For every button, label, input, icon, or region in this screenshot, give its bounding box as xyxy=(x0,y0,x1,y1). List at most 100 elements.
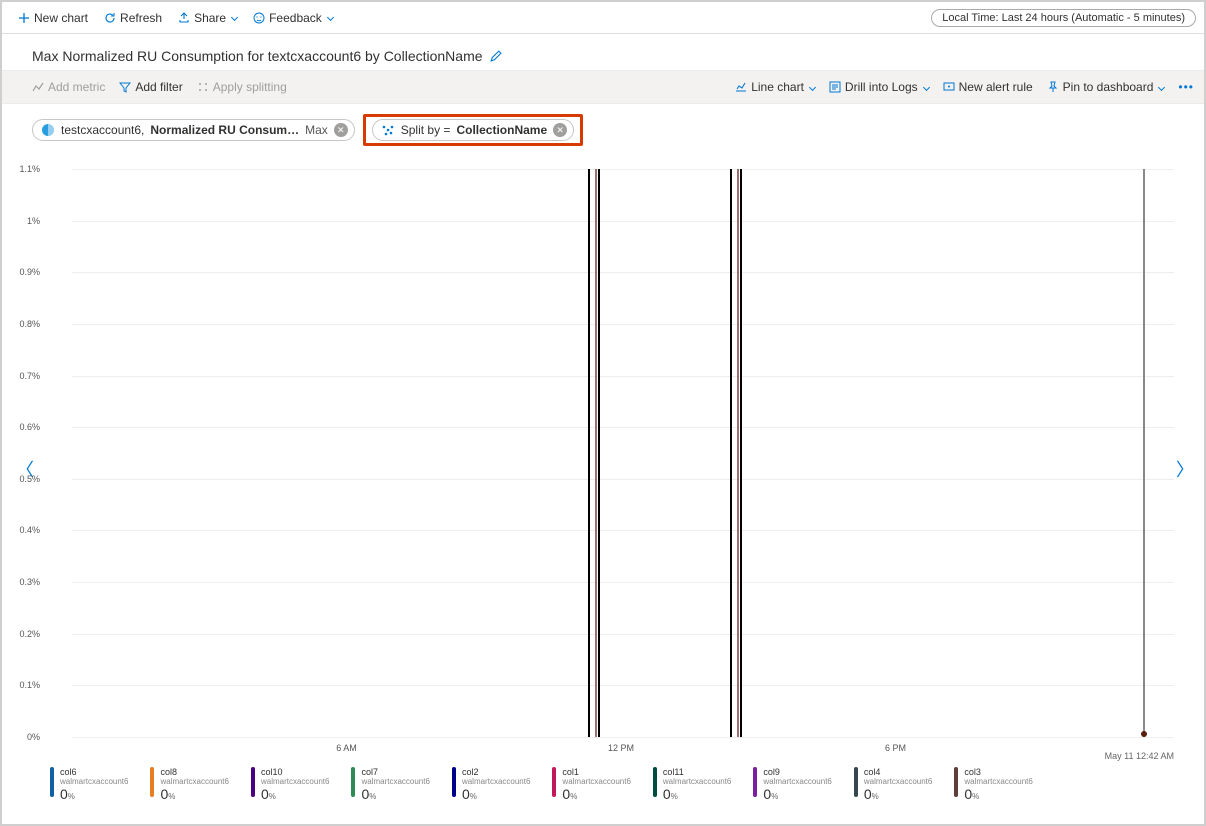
gridline xyxy=(72,634,1174,635)
legend-series-sub: walmartcxaccount6 xyxy=(361,777,429,786)
remove-split-icon[interactable]: ✕ xyxy=(553,123,567,137)
legend-item[interactable]: col6walmartcxaccount60% xyxy=(50,767,128,802)
chevron-down-icon xyxy=(327,14,334,21)
legend-series-sub: walmartcxaccount6 xyxy=(261,777,329,786)
gridline xyxy=(72,221,1174,222)
legend-swatch xyxy=(552,767,556,797)
y-tick-label: 1.1% xyxy=(16,164,40,174)
plus-icon xyxy=(18,12,30,24)
line-chart-dropdown[interactable]: Line chart xyxy=(735,80,815,94)
legend-item[interactable]: col7walmartcxaccount60% xyxy=(351,767,429,802)
legend-series-name: col7 xyxy=(361,767,429,777)
line-chart-icon xyxy=(735,81,747,93)
legend-item[interactable]: col2walmartcxaccount60% xyxy=(452,767,530,802)
next-arrow-icon[interactable]: 〉 xyxy=(1172,452,1198,486)
refresh-icon xyxy=(104,12,116,24)
legend-series-value: 0 xyxy=(663,786,671,802)
legend-swatch xyxy=(150,767,154,797)
legend-series-value: 0 xyxy=(462,786,470,802)
legend-series-value: 0 xyxy=(60,786,68,802)
legend-text: col9walmartcxaccount60% xyxy=(763,767,831,802)
add-filter-button[interactable]: Add filter xyxy=(119,80,182,94)
apply-splitting-button[interactable]: Apply splitting xyxy=(197,80,287,94)
new-alert-button[interactable]: New alert rule xyxy=(943,80,1033,94)
gridline xyxy=(72,582,1174,583)
legend-series-unit: % xyxy=(872,792,879,801)
legend-series-name: col4 xyxy=(864,767,932,777)
legend-series-unit: % xyxy=(972,792,979,801)
share-label: Share xyxy=(194,11,226,25)
split-value: CollectionName xyxy=(456,123,547,137)
cursor-line xyxy=(1143,169,1145,737)
legend-series-name: col11 xyxy=(663,767,731,777)
chart-grid xyxy=(72,169,1174,737)
y-tick-label: 0.8% xyxy=(16,319,40,329)
legend-series-name: col9 xyxy=(763,767,831,777)
legend-series-sub: walmartcxaccount6 xyxy=(562,777,630,786)
legend-item[interactable]: col3walmartcxaccount60% xyxy=(954,767,1032,802)
new-chart-button[interactable]: New chart xyxy=(10,2,96,33)
metric-account: testcxaccount6, xyxy=(61,123,144,137)
pin-dashboard-button[interactable]: Pin to dashboard xyxy=(1047,80,1165,94)
legend-series-sub: walmartcxaccount6 xyxy=(462,777,530,786)
legend-series-unit: % xyxy=(570,792,577,801)
refresh-button[interactable]: Refresh xyxy=(96,2,170,33)
y-tick-label: 0.1% xyxy=(16,680,40,690)
legend-text: col7walmartcxaccount60% xyxy=(361,767,429,802)
remove-metric-icon[interactable]: ✕ xyxy=(334,123,348,137)
legend-series-sub: walmartcxaccount6 xyxy=(864,777,932,786)
logs-icon xyxy=(829,81,841,93)
split-prefix: Split by = xyxy=(401,123,451,137)
data-spike xyxy=(730,169,742,737)
legend-item[interactable]: col11walmartcxaccount60% xyxy=(653,767,731,802)
gridline xyxy=(72,324,1174,325)
legend-swatch xyxy=(954,767,958,797)
legend-item[interactable]: col10walmartcxaccount60% xyxy=(251,767,329,802)
gridline xyxy=(72,376,1174,377)
y-tick-label: 0.5% xyxy=(16,474,40,484)
chart-area: May 11 12:42 AM 0%0.1%0.2%0.3%0.4%0.5%0.… xyxy=(44,169,1174,761)
y-tick-label: 0.4% xyxy=(16,525,40,535)
legend-series-value: 0 xyxy=(964,786,972,802)
pin-icon xyxy=(1047,81,1059,93)
legend-series-value: 0 xyxy=(261,786,269,802)
legend-item[interactable]: col9walmartcxaccount60% xyxy=(753,767,831,802)
legend-series-name: col3 xyxy=(964,767,1032,777)
metric-agg: Max xyxy=(305,123,328,137)
edit-icon[interactable] xyxy=(489,50,502,63)
y-tick-label: 1% xyxy=(16,216,40,226)
add-metric-button[interactable]: Add metric xyxy=(32,80,105,94)
metric-icon xyxy=(32,81,44,93)
chevron-down-icon xyxy=(231,14,238,21)
y-tick-label: 0% xyxy=(16,732,40,742)
legend-series-unit: % xyxy=(269,792,276,801)
highlight-box: Split by = CollectionName ✕ xyxy=(363,114,583,146)
legend-text: col1walmartcxaccount60% xyxy=(562,767,630,802)
share-button[interactable]: Share xyxy=(170,2,245,33)
legend-text: col3walmartcxaccount60% xyxy=(964,767,1032,802)
legend-swatch xyxy=(251,767,255,797)
legend-item[interactable]: col1walmartcxaccount60% xyxy=(552,767,630,802)
more-button[interactable]: ••• xyxy=(1178,80,1194,94)
legend-series-unit: % xyxy=(369,792,376,801)
legend-series-unit: % xyxy=(771,792,778,801)
chevron-down-icon xyxy=(809,83,816,90)
share-icon xyxy=(178,12,190,24)
metric-pill[interactable]: testcxaccount6, Normalized RU Consum… Ma… xyxy=(32,119,355,141)
legend-item[interactable]: col8walmartcxaccount60% xyxy=(150,767,228,802)
new-chart-label: New chart xyxy=(34,11,88,25)
chart-title-text: Max Normalized RU Consumption for textcx… xyxy=(32,48,483,64)
footer-time-label: May 11 12:42 AM xyxy=(1105,751,1174,761)
legend-item[interactable]: col4walmartcxaccount60% xyxy=(854,767,932,802)
split-dots-icon xyxy=(381,123,395,137)
time-range-pill[interactable]: Local Time: Last 24 hours (Automatic - 5… xyxy=(931,9,1196,27)
drill-logs-button[interactable]: Drill into Logs xyxy=(829,80,929,94)
gridline xyxy=(72,169,1174,170)
legend-row: col6walmartcxaccount60% col8walmartcxacco… xyxy=(2,761,1204,802)
legend-text: col10walmartcxaccount60% xyxy=(261,767,329,802)
legend-swatch xyxy=(50,767,54,797)
feedback-button[interactable]: Feedback xyxy=(245,2,341,33)
split-pill[interactable]: Split by = CollectionName ✕ xyxy=(372,119,574,141)
y-tick-label: 0.9% xyxy=(16,267,40,277)
y-tick-label: 0.7% xyxy=(16,371,40,381)
